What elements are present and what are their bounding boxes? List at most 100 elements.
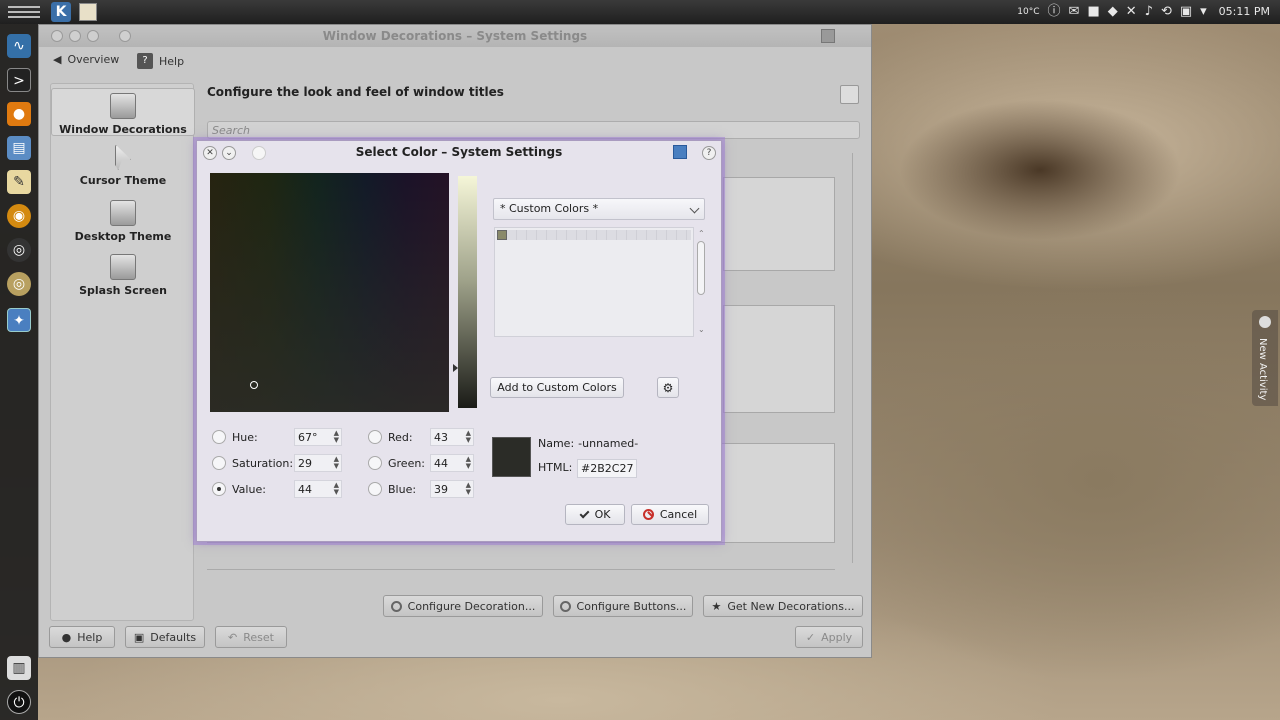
terminal-tray-icon[interactable]: ■ <box>1087 0 1099 24</box>
red-spinbox[interactable]: 43 ▲ ▼ <box>430 428 474 446</box>
info-icon[interactable]: ⓘ <box>1048 0 1061 24</box>
color-preview-swatch[interactable] <box>492 437 531 477</box>
firefox-icon[interactable]: ● <box>7 102 31 126</box>
green-radio[interactable]: Green: <box>368 456 425 470</box>
help-icon: ● <box>61 630 72 644</box>
window-icon <box>110 93 136 119</box>
pick-screen-color-button[interactable]: ⚙ <box>657 377 679 398</box>
kde-logo-icon[interactable]: K <box>51 2 71 22</box>
decoration-preview[interactable] <box>723 177 835 271</box>
new-activity-tab[interactable]: New Activity <box>1252 310 1278 406</box>
file-manager-icon[interactable]: ▤ <box>7 136 31 160</box>
app-menu-icon[interactable] <box>673 145 687 159</box>
get-new-decorations-button[interactable]: ★ Get New Decorations... <box>703 595 863 617</box>
ok-button[interactable]: OK <box>565 504 625 525</box>
scroll-down-icon[interactable]: ⌄ <box>698 325 705 334</box>
sidebar-item-splash-screen[interactable]: Splash Screen <box>51 254 195 297</box>
back-arrow-icon: ◀ <box>53 53 62 66</box>
name-label: Name: <box>538 437 575 450</box>
radio-green[interactable] <box>368 456 382 470</box>
system-tray: 10°C ⓘ ✉ ■ ◆ ✕ ♪ ⟲ ▣ ▾ 05:11 PM <box>1017 0 1280 24</box>
clock[interactable]: 05:11 PM <box>1219 0 1270 24</box>
radio-value[interactable] <box>212 482 226 496</box>
sidebar-item-cursor-theme[interactable]: Cursor Theme <box>51 144 195 187</box>
hue-radio[interactable]: Hue: <box>212 430 258 444</box>
scroll-up-icon[interactable]: ⌃ <box>698 229 705 238</box>
whats-this-icon[interactable]: ? <box>702 146 716 160</box>
value-radio[interactable]: Value: <box>212 482 266 496</box>
mail-icon[interactable]: ✉ <box>1069 0 1080 24</box>
red-radio[interactable]: Red: <box>368 430 413 444</box>
value-slider-arrow[interactable] <box>453 364 458 372</box>
green-value: 44 <box>434 457 448 470</box>
window-preview-icon[interactable] <box>840 85 859 104</box>
kmenu-icon[interactable] <box>4 3 44 21</box>
configure-buttons-button[interactable]: Configure Buttons... <box>553 595 693 617</box>
sidebar-item-window-decorations[interactable]: Window Decorations <box>51 88 195 136</box>
get-new-label: Get New Decorations... <box>727 599 855 613</box>
blue-radio[interactable]: Blue: <box>368 482 416 496</box>
configure-decoration-button[interactable]: Configure Decoration... <box>383 595 543 617</box>
hue-spinbox[interactable]: 67° ▲ ▼ <box>294 428 342 446</box>
page-title: Configure the look and feel of window ti… <box>207 85 504 99</box>
tools-icon[interactable]: ✕ <box>1126 0 1137 24</box>
saturation-radio[interactable]: Saturation: <box>212 456 293 470</box>
html-color-input[interactable]: #2B2C27 <box>577 459 637 478</box>
custom-colors-table[interactable] <box>494 227 694 337</box>
weather-temperature[interactable]: 10°C <box>1017 0 1039 24</box>
sidebar-item-desktop-theme[interactable]: Desktop Theme <box>51 200 195 243</box>
reset-button[interactable]: ↶ Reset <box>215 626 287 648</box>
help-button-label: Help <box>77 630 103 644</box>
system-settings-icon[interactable] <box>79 3 97 21</box>
swatch-row[interactable] <box>497 230 691 240</box>
color-collection-select[interactable]: * Custom Colors * <box>493 198 705 220</box>
horizontal-scrollbar[interactable] <box>207 569 835 587</box>
add-to-custom-colors-button[interactable]: Add to Custom Colors <box>490 377 624 398</box>
content-scrollbar[interactable] <box>852 153 862 563</box>
radio-hue[interactable] <box>212 430 226 444</box>
saturation-spinbox[interactable]: 29 ▲ ▼ <box>294 454 342 472</box>
value-spinbox[interactable]: 44 ▲ ▼ <box>294 480 342 498</box>
trash-icon[interactable]: ▥ <box>7 656 31 680</box>
saturation-value: 29 <box>298 457 312 470</box>
help-button[interactable]: ● Help <box>49 626 115 648</box>
radio-saturation[interactable] <box>212 456 226 470</box>
help-menu-button[interactable]: ? Help <box>137 53 184 69</box>
terminal-icon[interactable]: > <box>7 68 31 92</box>
overview-button[interactable]: ◀ Overview <box>53 53 119 66</box>
media-player-icon[interactable]: ◉ <box>7 204 31 228</box>
system-settings-dock-icon[interactable]: ✦ <box>7 308 31 332</box>
search-input[interactable]: Search <box>207 121 860 139</box>
hue-saturation-picker[interactable] <box>210 173 449 412</box>
blue-spinbox[interactable]: 39 ▲ ▼ <box>430 480 474 498</box>
defaults-button[interactable]: ▣ Defaults <box>125 626 205 648</box>
radio-red[interactable] <box>368 430 382 444</box>
network-icon[interactable]: ⟲ <box>1161 0 1172 24</box>
value-label: Value: <box>232 482 266 496</box>
decoration-preview-inactive[interactable] <box>723 305 835 413</box>
value-slider[interactable] <box>458 176 477 408</box>
radio-blue[interactable] <box>368 482 382 496</box>
cancel-label: Cancel <box>659 508 698 521</box>
power-icon[interactable]: ⏻ <box>7 690 31 714</box>
cursor-icon <box>115 144 131 170</box>
apply-button[interactable]: ✓ Apply <box>795 626 863 648</box>
text-editor-icon[interactable]: ✎ <box>7 170 31 194</box>
picker-cursor[interactable] <box>250 381 258 389</box>
scrollbar-thumb[interactable] <box>697 241 705 295</box>
selected-swatch[interactable] <box>497 230 507 240</box>
speaker-icon[interactable]: ◎ <box>7 238 31 262</box>
swatch-scrollbar[interactable]: ⌃ ⌄ <box>695 227 707 337</box>
disc-icon[interactable]: ◎ <box>7 272 31 296</box>
add-custom-label: Add to Custom Colors <box>497 381 617 394</box>
dropbox-icon[interactable]: ◆ <box>1108 0 1118 24</box>
green-spinbox[interactable]: 44 ▲ ▼ <box>430 454 474 472</box>
volume-icon[interactable]: ♪ <box>1145 0 1153 24</box>
chevron-down-icon[interactable]: ▾ <box>1200 0 1207 24</box>
app-menu-icon[interactable] <box>821 29 835 43</box>
activity-monitor-icon[interactable]: ∿ <box>7 34 31 58</box>
blue-label: Blue: <box>388 482 417 496</box>
cancel-button[interactable]: Cancel <box>631 504 709 525</box>
clipboard-icon[interactable]: ▣ <box>1180 0 1192 24</box>
window-titlebar[interactable]: Window Decorations – System Settings <box>39 25 871 47</box>
